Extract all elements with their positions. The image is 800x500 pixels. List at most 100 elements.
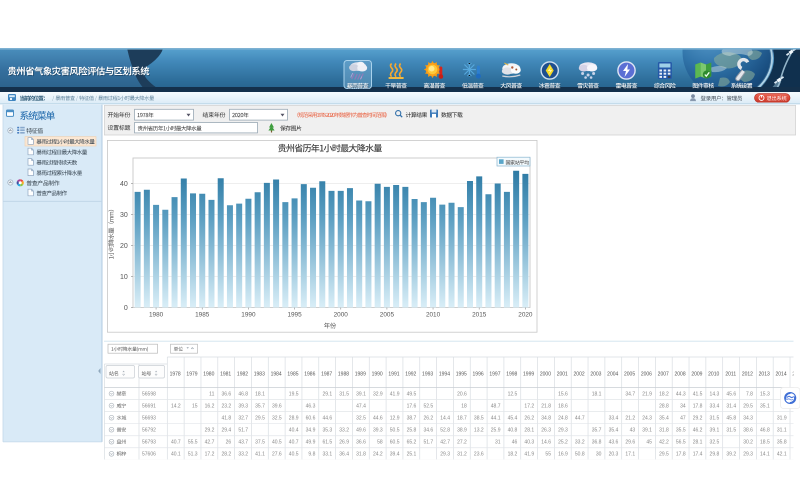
svg-text:34.6: 34.6 (423, 428, 433, 434)
svg-text:56.5: 56.5 (676, 440, 686, 446)
svg-text:58: 58 (377, 440, 383, 446)
svg-text:56691: 56691 (142, 404, 156, 410)
svg-text:31.8: 31.8 (356, 452, 366, 458)
svg-text:13.2: 13.2 (474, 428, 484, 434)
svg-text:15.3: 15.3 (760, 392, 770, 398)
svg-text:2000: 2000 (540, 371, 551, 377)
svg-text:18.2: 18.2 (508, 452, 518, 458)
svg-text:18.5: 18.5 (760, 440, 770, 446)
svg-text:0: 0 (124, 305, 128, 312)
svg-text:35.3: 35.3 (322, 428, 332, 434)
svg-text:24.8: 24.8 (558, 416, 568, 422)
svg-text:1992: 1992 (405, 371, 416, 377)
svg-text:2003: 2003 (590, 371, 601, 377)
svg-text:50.8: 50.8 (575, 452, 585, 458)
svg-text:39.1: 39.1 (710, 428, 720, 434)
svg-text:1978: 1978 (170, 371, 181, 377)
svg-text:31.2: 31.2 (457, 452, 467, 458)
svg-text:1985: 1985 (287, 371, 298, 377)
svg-text:45.8: 45.8 (726, 416, 736, 422)
svg-text:1989: 1989 (355, 371, 366, 377)
svg-text:40.3: 40.3 (524, 440, 534, 446)
svg-text:35.4: 35.4 (659, 416, 669, 422)
svg-text:14.2: 14.2 (171, 404, 181, 410)
svg-text:21.2: 21.2 (625, 416, 635, 422)
svg-text:41.1: 41.1 (255, 452, 265, 458)
svg-text:31: 31 (495, 440, 501, 446)
svg-text:43.7: 43.7 (238, 440, 248, 446)
svg-text:45: 45 (646, 440, 652, 446)
svg-text:40: 40 (120, 181, 128, 188)
svg-text:1986: 1986 (304, 371, 315, 377)
svg-text:30.1: 30.1 (794, 416, 800, 422)
svg-text:1995: 1995 (287, 312, 302, 319)
svg-text:29.3: 29.3 (440, 452, 450, 458)
svg-text:35.1: 35.1 (760, 404, 770, 410)
svg-text:26.9: 26.9 (339, 440, 349, 446)
svg-text:41.5: 41.5 (693, 392, 703, 398)
svg-text:18.1: 18.1 (255, 392, 265, 398)
svg-text:40.7: 40.7 (289, 440, 299, 446)
svg-text:49.6: 49.6 (356, 428, 366, 434)
svg-text:29.5: 29.5 (255, 416, 265, 422)
svg-text:42.1: 42.1 (777, 452, 787, 458)
svg-text:1995: 1995 (456, 371, 467, 377)
svg-text:2013: 2013 (759, 371, 770, 377)
svg-text:2000: 2000 (334, 312, 349, 319)
svg-text:2012: 2012 (742, 371, 753, 377)
svg-text:38.5: 38.5 (474, 416, 484, 422)
svg-text:40.5: 40.5 (272, 440, 282, 446)
svg-text:1982: 1982 (237, 371, 248, 377)
svg-text:36.6: 36.6 (221, 392, 231, 398)
svg-text:34: 34 (680, 404, 686, 410)
svg-text:42.7: 42.7 (205, 440, 215, 446)
svg-text:46.8: 46.8 (238, 392, 248, 398)
svg-text:27.2: 27.2 (457, 440, 467, 446)
svg-text:7.8: 7.8 (746, 392, 753, 398)
svg-text:28.9: 28.9 (289, 416, 299, 422)
svg-text:1998: 1998 (506, 371, 517, 377)
svg-text:14.4: 14.4 (440, 416, 450, 422)
svg-text:21.8: 21.8 (541, 404, 551, 410)
svg-text:2010: 2010 (708, 371, 719, 377)
svg-text:34.8: 34.8 (541, 416, 551, 422)
svg-text:18.1: 18.1 (592, 392, 602, 398)
svg-text:2001: 2001 (557, 371, 568, 377)
svg-text:35.7: 35.7 (255, 404, 265, 410)
svg-text:33.2: 33.2 (575, 440, 585, 446)
svg-text:2004: 2004 (607, 371, 618, 377)
svg-text:1990: 1990 (241, 312, 256, 319)
svg-text:1991: 1991 (388, 371, 399, 377)
svg-text:33.1: 33.1 (322, 452, 332, 458)
svg-text:2009: 2009 (691, 371, 702, 377)
svg-text:26.2: 26.2 (423, 416, 433, 422)
svg-text:1980: 1980 (203, 371, 214, 377)
svg-text:1988: 1988 (338, 371, 349, 377)
svg-text:1997: 1997 (489, 371, 500, 377)
svg-text:38.9: 38.9 (457, 428, 467, 434)
svg-text:55.5: 55.5 (188, 440, 198, 446)
svg-text:38.7: 38.7 (407, 416, 417, 422)
svg-text:2007: 2007 (658, 371, 669, 377)
svg-text:29.5: 29.5 (743, 404, 753, 410)
svg-text:46: 46 (512, 440, 518, 446)
svg-text:42.2: 42.2 (659, 440, 669, 446)
svg-text:39.3: 39.3 (373, 428, 383, 434)
svg-text:51.7: 51.7 (238, 428, 248, 434)
svg-text:60.5: 60.5 (390, 440, 400, 446)
svg-text:17.1: 17.1 (625, 452, 635, 458)
svg-text:43: 43 (630, 428, 636, 434)
svg-text:39.4: 39.4 (390, 452, 400, 458)
svg-text:20.3: 20.3 (609, 452, 619, 458)
svg-text:38.6: 38.6 (743, 428, 753, 434)
svg-text:26.2: 26.2 (524, 416, 534, 422)
svg-text:28.6: 28.6 (794, 428, 800, 434)
svg-text:38.2: 38.2 (794, 452, 800, 458)
svg-text:33.4: 33.4 (794, 440, 800, 446)
svg-text:1999: 1999 (523, 371, 534, 377)
svg-text:55: 55 (545, 452, 551, 458)
svg-text:29.4: 29.4 (221, 428, 231, 434)
svg-text:41.9: 41.9 (524, 452, 534, 458)
svg-text:49.5: 49.5 (407, 392, 417, 398)
svg-text:29.2: 29.2 (693, 416, 703, 422)
